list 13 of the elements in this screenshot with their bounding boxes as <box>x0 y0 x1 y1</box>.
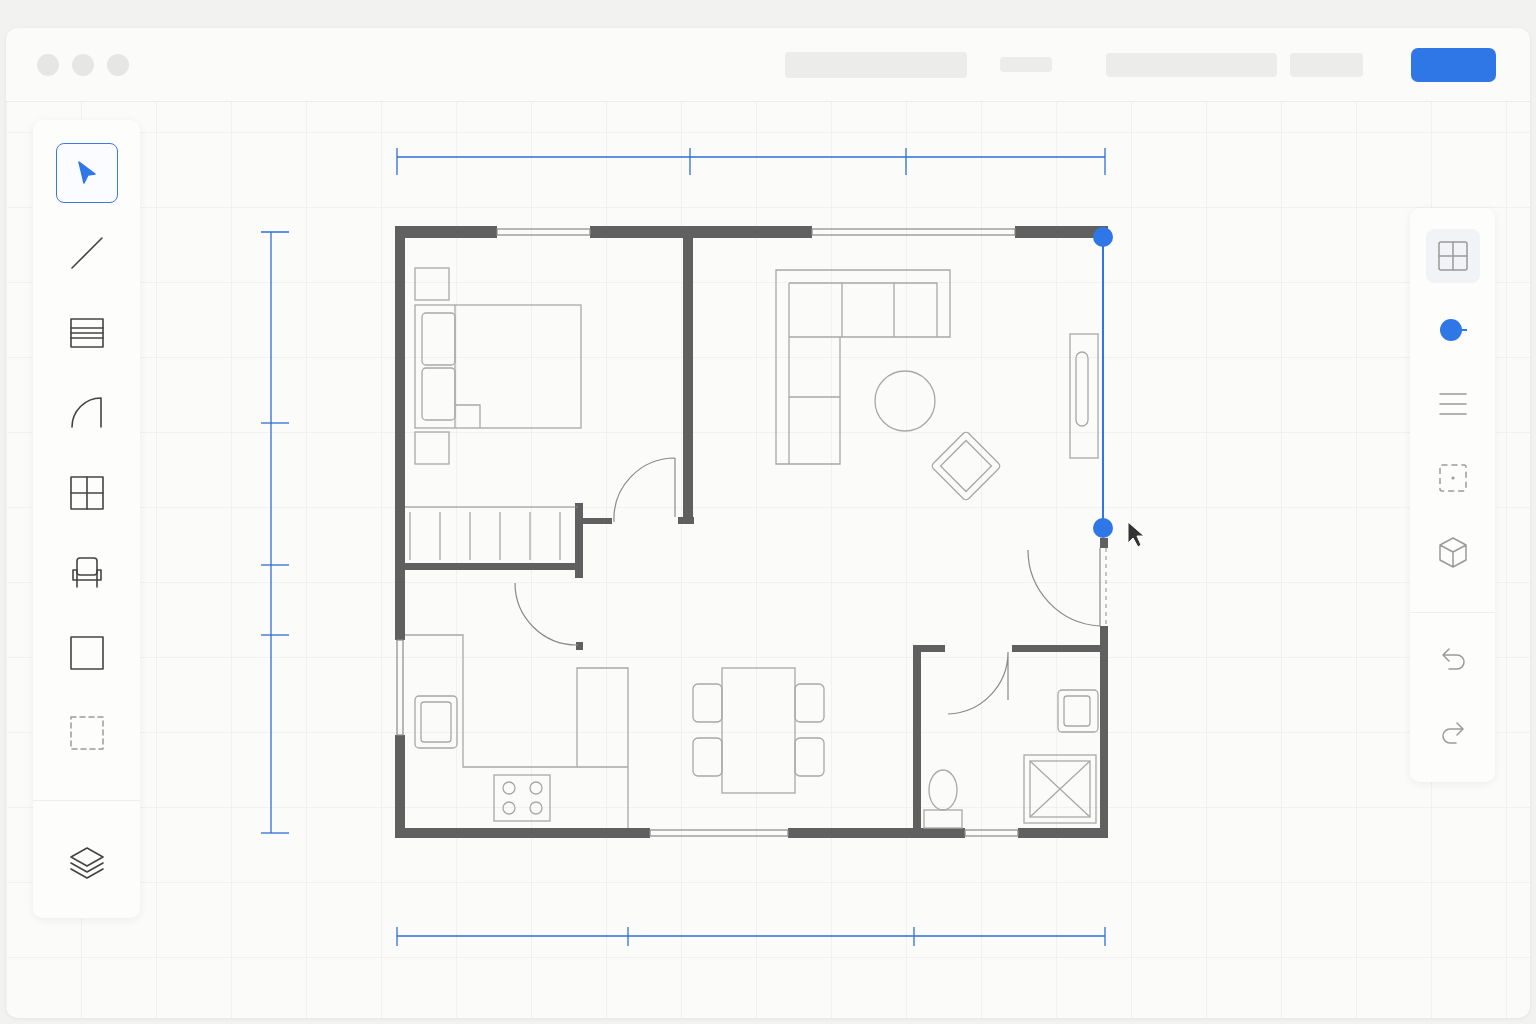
window-icon <box>69 476 104 510</box>
dashed-square-icon <box>69 716 104 750</box>
door-icon <box>69 396 104 430</box>
primary-button[interactable] <box>1411 47 1496 82</box>
layers-icon <box>69 846 104 880</box>
select-tool-button[interactable] <box>55 143 118 203</box>
square-icon <box>69 636 104 670</box>
cursor-icon <box>1127 521 1145 548</box>
grid-icon <box>1435 239 1470 273</box>
grid-tool-button[interactable] <box>1425 229 1480 283</box>
wall-icon <box>69 316 104 350</box>
line-icon <box>69 236 104 270</box>
armchair-icon <box>69 556 104 590</box>
